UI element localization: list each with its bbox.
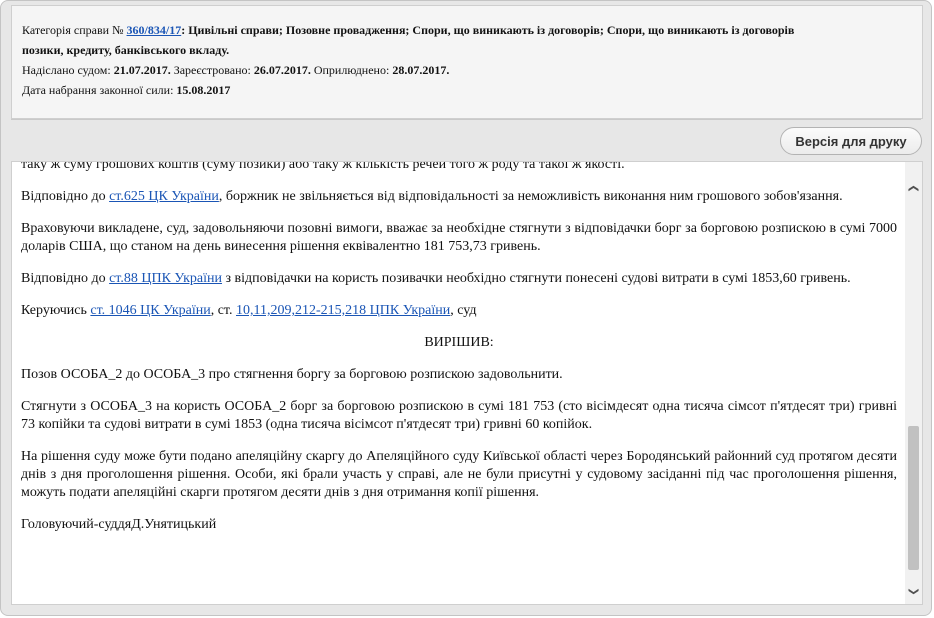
category-label: Категорія справи № [22,23,124,37]
document-text: таку ж суму грошових коштів (суму позики… [21,161,897,548]
paragraph-text: , суд [450,303,477,318]
law-link-88[interactable]: ст.88 ЦПК України [109,271,222,286]
paragraph-article-625: Відповідно до ст.625 ЦК України, боржник… [21,188,897,206]
paragraph-text: Відповідно до [21,189,110,204]
published-date: 28.07.2017. [392,63,450,77]
scrollbar-thumb[interactable] [908,426,919,570]
vertical-scrollbar[interactable]: ❯ ❯ [905,162,922,604]
chevron-down-icon[interactable]: ❯ [905,583,922,600]
paragraph-text: Керуючись [21,303,91,318]
case-info-header: Категорія справи № 360/834/17: Цивільні … [11,5,923,119]
paragraph-article-88: Відповідно до ст.88 ЦПК України з відпов… [21,270,897,288]
print-version-button[interactable]: Версія для друку [780,127,922,155]
case-number-link[interactable]: 360/834/17 [127,23,182,37]
paragraph-claim-granted: Позов ОСОБА_2 до ОСОБА_3 про стягнення б… [21,367,563,382]
registered-label: Зареєстровано: [173,63,251,77]
document-viewer[interactable]: таку ж суму грошових коштів (суму позики… [11,161,923,605]
paragraph-loan-terms: таку ж суму грошових коштів (суму позики… [21,161,625,172]
paragraph-appeal: На рішення суду може бути подано апеляці… [21,449,897,500]
case-category-line: Категорія справи № 360/834/17: Цивільні … [22,20,912,40]
paragraph-text: , ст. [210,303,236,318]
case-dates-line: Надіслано судом: 21.07.2017. Зареєстрова… [22,60,912,80]
sent-label: Надіслано судом: [22,63,111,77]
published-label: Оприлюднено: [313,63,390,77]
paragraph-claim-satisfaction: Враховуючи викладене, суд, задовольняючи… [21,221,897,254]
paragraph-guided-by: Керуючись ст. 1046 ЦК України, ст. 10,11… [21,302,897,320]
paragraph-text: Відповідно до [21,271,110,286]
decision-panel: Категорія справи № 360/834/17: Цивільні … [0,0,932,616]
case-category-line-2: позики, кредиту, банківського вкладу. [22,40,912,60]
sent-date: 21.07.2017. [113,63,171,77]
chevron-up-icon[interactable]: ❯ [905,180,922,197]
divider [11,119,921,120]
effective-date: 15.08.2017 [176,83,231,97]
law-link-cpc-articles[interactable]: 10,11,209,212-215,218 ЦПК України [236,303,450,318]
category-text-2: позики, кредиту, банківського вкладу. [22,43,230,57]
effective-date-line: Дата набрання законної сили: 15.08.2017 [22,80,912,100]
judge-signature: Головуючий-суддяД.Унятицький [21,517,217,532]
paragraph-text: з відповідачки на користь позивачки необ… [222,271,851,286]
paragraph-recovery: Стягнути з ОСОБА_3 на користь ОСОБА_2 бо… [21,399,897,432]
category-text: : Цивільні справи; Позовне провадження; … [181,23,795,37]
decision-heading: ВИРІШИВ: [424,335,494,350]
registered-date: 26.07.2017. [253,63,311,77]
paragraph-text: , боржник не звільняється від відповідал… [218,189,843,204]
law-link-625[interactable]: ст.625 ЦК України [109,189,219,204]
law-link-1046[interactable]: ст. 1046 ЦК України [90,303,210,318]
effective-label: Дата набрання законної сили: [22,83,174,97]
